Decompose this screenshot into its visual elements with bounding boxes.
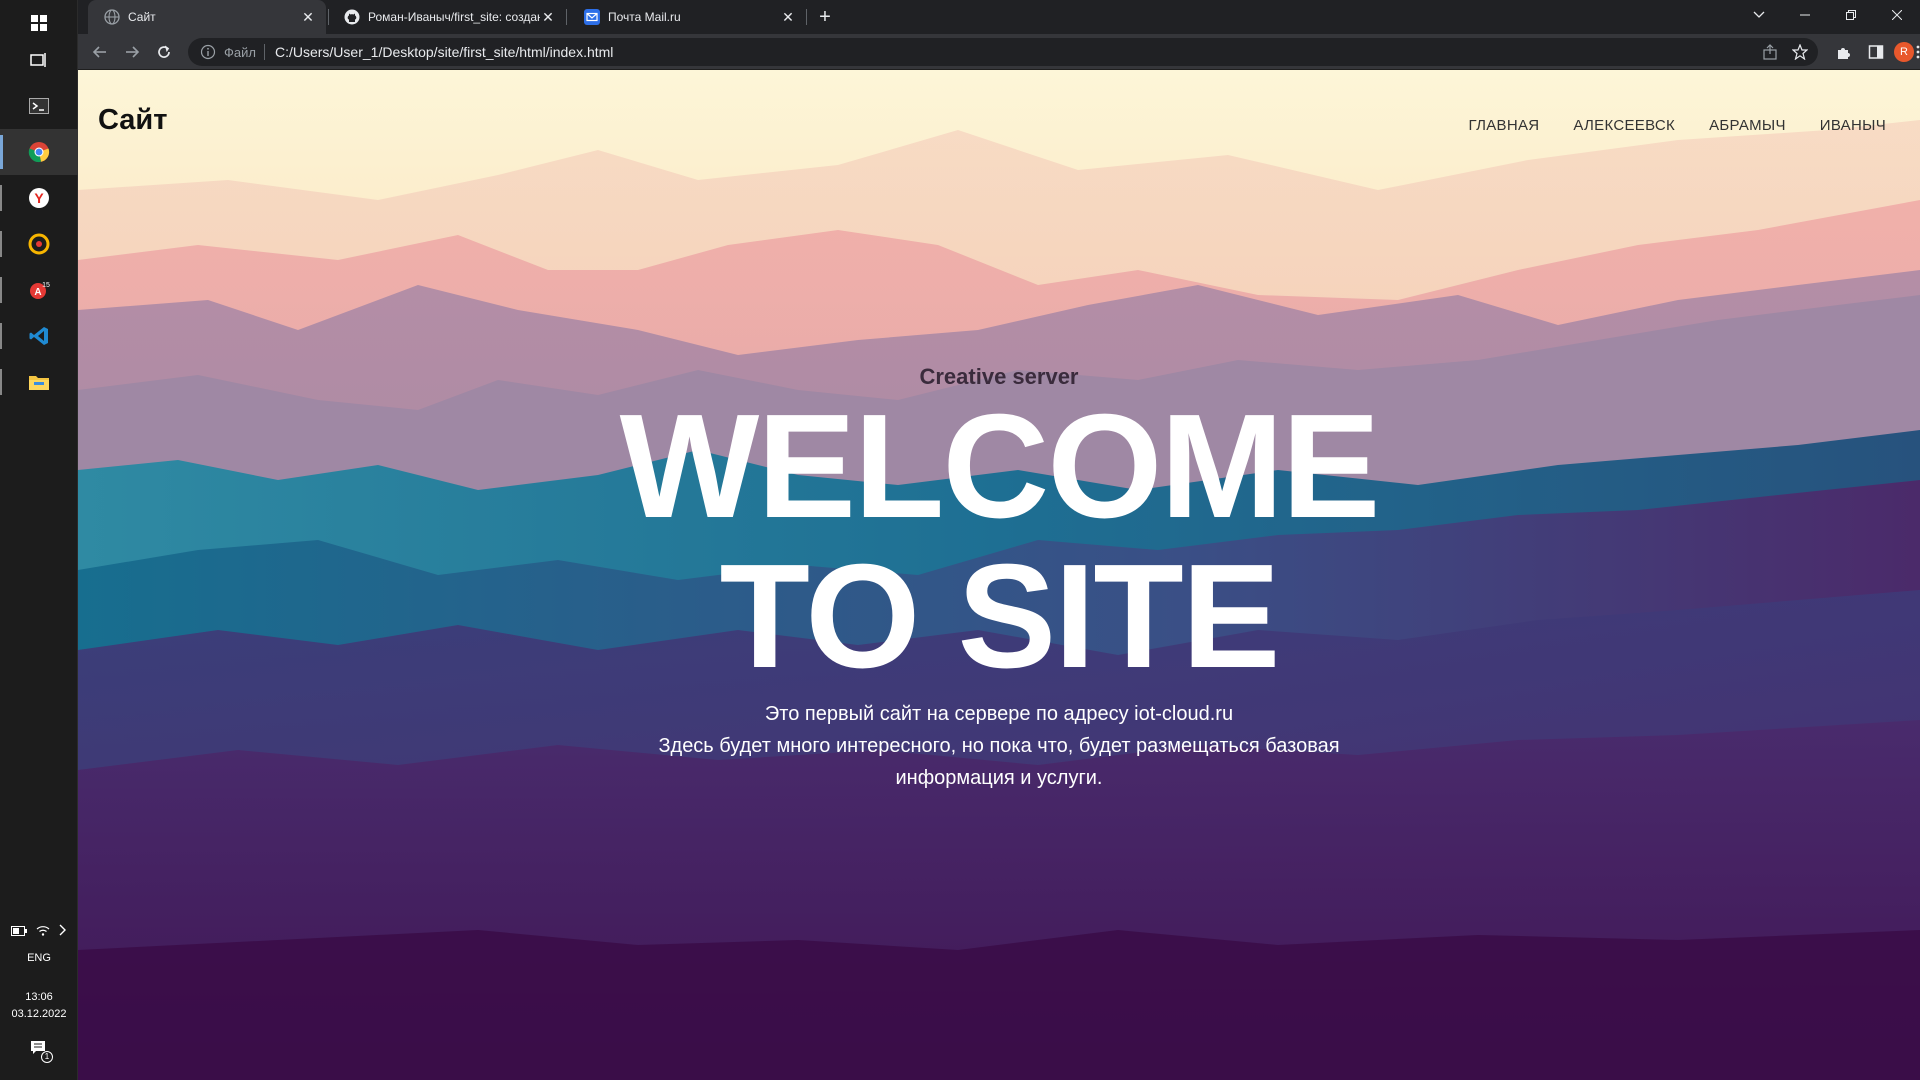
chrome-window: Сайт ✕ Роман-Иваныч/first_site: создан ✕…	[78, 0, 1920, 1080]
tab-strip: Сайт ✕ Роман-Иваныч/first_site: создан ✕…	[78, 0, 1920, 34]
clock-date[interactable]: 03.12.2022	[0, 1008, 78, 1020]
headline-line-2: TO SITE	[719, 534, 1281, 699]
close-tab-icon[interactable]: ✕	[780, 9, 796, 25]
windows-taskbar: Y A 15 ENG 13:06 03.12.2022 1	[0, 0, 78, 1080]
url-divider	[263, 44, 265, 60]
tab-title: Роман-Иваныч/first_site: создан	[368, 10, 540, 24]
svg-text:A: A	[34, 287, 41, 298]
profile-avatar[interactable]: R	[1894, 38, 1914, 66]
site-logo[interactable]: Сайт	[98, 104, 167, 137]
tab-separator	[566, 9, 567, 25]
info-icon[interactable]	[200, 44, 216, 60]
close-window-icon[interactable]	[1874, 0, 1920, 30]
hero-description: Это первый сайт на сервере по адресу iot…	[78, 698, 1920, 794]
svg-text:15: 15	[42, 282, 50, 289]
url-scheme-label: Файл	[224, 44, 256, 60]
mail-icon	[584, 9, 600, 25]
task-view-icon[interactable]	[0, 37, 78, 83]
file-explorer-icon[interactable]	[0, 359, 78, 405]
yandex-browser-icon[interactable]: Y	[0, 175, 78, 221]
profile-initial: R	[1894, 42, 1914, 62]
tab-site[interactable]: Сайт ✕	[88, 0, 326, 34]
page-viewport: Сайт ГЛАВНАЯ АЛЕКСЕЕВСК АБРАМЫЧ ИВАНЫЧ C…	[78, 70, 1920, 1080]
description-line-3: информация и услуги.	[895, 767, 1103, 789]
site-nav: ГЛАВНАЯ АЛЕКСЕЕВСК АБРАМЫЧ ИВАНЫЧ	[1468, 117, 1886, 134]
back-arrow-icon[interactable]	[86, 38, 114, 66]
wifi-icon[interactable]	[36, 923, 50, 941]
notification-count-badge: 1	[41, 1051, 53, 1063]
close-tab-icon[interactable]: ✕	[540, 9, 556, 25]
language-indicator[interactable]: ENG	[0, 952, 78, 964]
kebab-menu-icon[interactable]	[1916, 38, 1920, 66]
extensions-puzzle-icon[interactable]	[1830, 38, 1858, 66]
tab-title: Сайт	[128, 10, 156, 24]
github-icon	[344, 9, 360, 25]
address-bar[interactable]: Файл C:/Users/User_1/Desktop/site/first_…	[188, 38, 1818, 66]
tab-separator	[806, 9, 807, 25]
new-tab-button[interactable]: +	[809, 0, 841, 34]
forward-arrow-icon[interactable]	[118, 38, 146, 66]
nav-link-alekseevsk[interactable]: АЛЕКСЕЕВСК	[1573, 117, 1675, 134]
description-line-1: Это первый сайт на сервере по адресу iot…	[764, 703, 1234, 725]
minimize-icon[interactable]	[1782, 0, 1828, 30]
nav-link-ivanych[interactable]: ИВАНЫЧ	[1820, 117, 1886, 134]
close-tab-icon[interactable]: ✕	[300, 9, 316, 25]
side-panel-icon[interactable]	[1862, 38, 1890, 66]
tab-github[interactable]: Роман-Иваныч/first_site: создан ✕	[328, 0, 566, 34]
reload-icon[interactable]	[150, 38, 178, 66]
headline-line-1: WELCOME	[619, 384, 1381, 549]
share-icon[interactable]	[1762, 44, 1778, 63]
clock-time[interactable]: 13:06	[0, 991, 78, 1003]
radio-app-icon[interactable]	[0, 221, 78, 267]
battery-icon[interactable]	[10, 923, 27, 941]
terminal-icon[interactable]	[0, 83, 78, 129]
svg-text:Y: Y	[34, 190, 44, 206]
tab-title: Почта Mail.ru	[608, 10, 681, 24]
browser-toolbar: Файл C:/Users/User_1/Desktop/site/first_…	[78, 34, 1920, 70]
notification-icon: 1	[29, 1040, 53, 1063]
description-line-2: Здесь будет много интересного, но пока ч…	[658, 735, 1340, 757]
bookmark-star-icon[interactable]	[1791, 43, 1809, 63]
tab-mail[interactable]: Почта Mail.ru ✕	[568, 0, 806, 34]
nav-link-home[interactable]: ГЛАВНАЯ	[1468, 117, 1539, 134]
url-text[interactable]: C:/Users/User_1/Desktop/site/first_site/…	[275, 44, 613, 60]
chrome-icon[interactable]	[0, 129, 78, 175]
hero-headline: WELCOME TO SITE	[78, 392, 1920, 692]
notification-center[interactable]: 1	[0, 1040, 78, 1066]
globe-icon	[104, 9, 120, 25]
vscode-icon[interactable]	[0, 313, 78, 359]
tab-search-chevron-icon[interactable]	[1736, 0, 1782, 30]
nav-link-abramych[interactable]: АБРАМЫЧ	[1709, 117, 1786, 134]
tray-icons	[0, 920, 78, 944]
acrobat-icon[interactable]: A 15	[0, 267, 78, 313]
chevron-right-icon[interactable]	[59, 923, 67, 941]
restore-icon[interactable]	[1828, 0, 1874, 30]
